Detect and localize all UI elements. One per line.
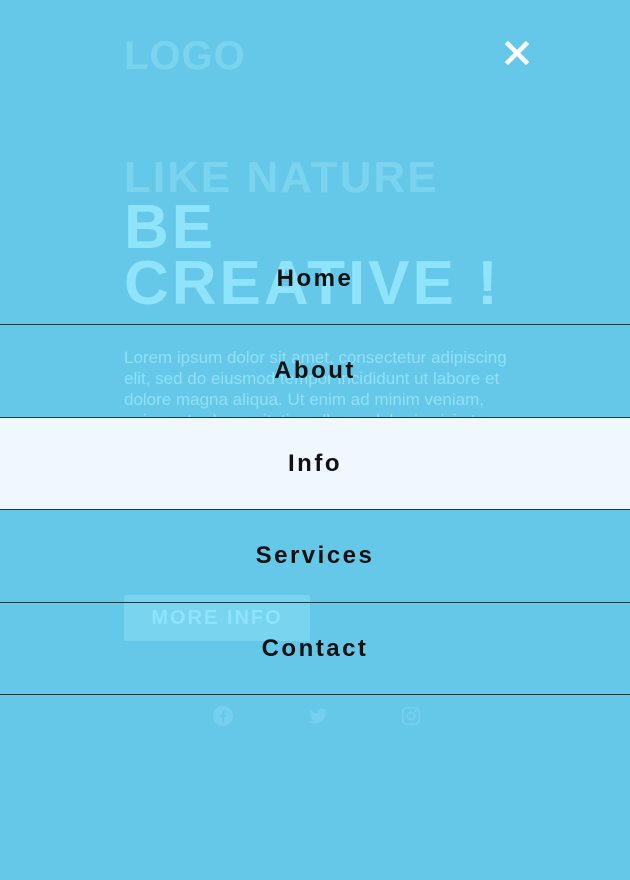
- nav-item-contact[interactable]: Contact: [0, 603, 630, 695]
- nav-item-about[interactable]: About: [0, 325, 630, 418]
- nav-item-home[interactable]: Home: [0, 233, 630, 325]
- close-icon[interactable]: [502, 38, 532, 68]
- nav-item-info[interactable]: Info: [0, 418, 630, 510]
- nav-overlay: Home About Info Services Contact: [0, 0, 630, 880]
- nav-menu: Home About Info Services Contact: [0, 233, 630, 695]
- nav-item-services[interactable]: Services: [0, 510, 630, 603]
